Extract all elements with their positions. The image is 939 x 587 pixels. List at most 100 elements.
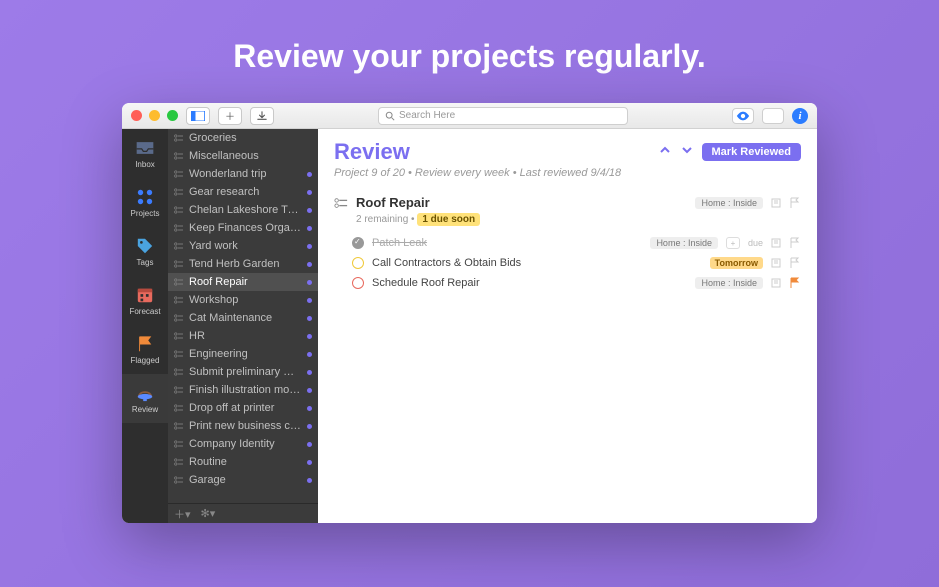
sidebar-project-item[interactable]: Groceries bbox=[168, 129, 318, 147]
sidebar-project-item[interactable]: HR bbox=[168, 327, 318, 345]
review-dot-icon bbox=[307, 388, 312, 393]
rail-projects[interactable]: Projects bbox=[122, 178, 168, 227]
close-icon[interactable] bbox=[131, 110, 142, 121]
task-row[interactable]: Schedule Roof Repair Home : Inside bbox=[352, 273, 801, 293]
project-list-icon bbox=[174, 314, 184, 322]
sidebar-footer: ＋▾ ✻▾ bbox=[168, 503, 318, 523]
review-dot-icon bbox=[307, 334, 312, 339]
projects-icon bbox=[135, 188, 155, 206]
review-dot-icon bbox=[307, 406, 312, 411]
sidebar-project-item[interactable]: Print new business cards bbox=[168, 417, 318, 435]
page-headline: Review your projects regularly. bbox=[233, 38, 705, 75]
note-icon[interactable] bbox=[771, 198, 781, 208]
info-button[interactable]: i bbox=[792, 108, 808, 124]
zoom-icon[interactable] bbox=[167, 110, 178, 121]
sidebar-project-item[interactable]: Gear research bbox=[168, 183, 318, 201]
toolbar-button[interactable] bbox=[762, 108, 784, 124]
project-list-icon bbox=[174, 278, 184, 286]
sidebar-project-item[interactable]: Routine bbox=[168, 453, 318, 471]
sidebar-project-item[interactable]: Engineering bbox=[168, 345, 318, 363]
task-tag[interactable]: Home : Inside bbox=[695, 277, 763, 289]
sidebar-project-item[interactable]: Garage bbox=[168, 471, 318, 489]
review-dot-icon bbox=[307, 280, 312, 285]
task-checkbox[interactable] bbox=[352, 237, 364, 249]
sidebar-project-item[interactable]: Company Identity bbox=[168, 435, 318, 453]
project-list-icon bbox=[174, 440, 184, 448]
project-list-icon bbox=[174, 350, 184, 358]
task-checkbox[interactable] bbox=[352, 277, 364, 289]
review-dot-icon bbox=[307, 262, 312, 267]
add-button[interactable]: ＋ bbox=[218, 107, 242, 125]
review-status: Project 9 of 20 • Review every week • La… bbox=[334, 167, 801, 179]
task-row[interactable]: Call Contractors & Obtain Bids Tomorrow bbox=[352, 253, 801, 273]
review-title: Review bbox=[334, 139, 650, 165]
tags-icon bbox=[135, 237, 155, 255]
review-dot-icon bbox=[307, 298, 312, 303]
project-list-icon bbox=[174, 206, 184, 214]
view-button[interactable] bbox=[732, 108, 754, 124]
minimize-icon[interactable] bbox=[149, 110, 160, 121]
mark-reviewed-button[interactable]: Mark Reviewed bbox=[702, 143, 801, 161]
sidebar-toggle-button[interactable] bbox=[186, 107, 210, 125]
sidebar-project-item[interactable]: Chelan Lakeshore Trail bbox=[168, 201, 318, 219]
perspective-rail: Inbox Projects Tags Forecast Flagged Rev… bbox=[122, 129, 168, 523]
review-icon bbox=[135, 384, 155, 402]
note-icon[interactable] bbox=[771, 238, 781, 248]
add-project-button[interactable]: ＋▾ bbox=[174, 506, 191, 522]
review-dot-icon bbox=[307, 190, 312, 195]
review-dot-icon bbox=[307, 352, 312, 357]
sidebar-project-item[interactable]: Tend Herb Garden bbox=[168, 255, 318, 273]
rail-inbox[interactable]: Inbox bbox=[122, 129, 168, 178]
next-project-button[interactable] bbox=[680, 143, 694, 162]
inbox-icon bbox=[135, 139, 155, 157]
rail-flagged[interactable]: Flagged bbox=[122, 325, 168, 374]
task-tag[interactable]: Home : Inside bbox=[650, 237, 718, 249]
project-header[interactable]: Roof Repair Home : Inside bbox=[334, 191, 801, 214]
task-checkbox[interactable] bbox=[352, 257, 364, 269]
flag-icon[interactable] bbox=[789, 277, 801, 289]
due-label: due bbox=[748, 238, 763, 248]
sidebar-project-item[interactable]: Finish illustration mockups bbox=[168, 381, 318, 399]
settings-button[interactable]: ✻▾ bbox=[201, 507, 216, 520]
sidebar-project-item[interactable]: Cat Maintenance bbox=[168, 309, 318, 327]
forecast-icon bbox=[135, 286, 155, 304]
sidebar-project-item[interactable]: Miscellaneous bbox=[168, 147, 318, 165]
review-dot-icon bbox=[307, 424, 312, 429]
review-dot-icon bbox=[307, 460, 312, 465]
project-list-icon bbox=[174, 224, 184, 232]
search-input[interactable]: Search Here bbox=[378, 107, 628, 125]
titlebar: ＋ Search Here i bbox=[122, 103, 817, 129]
sidebar-project-item[interactable]: Submit preliminary marketin… bbox=[168, 363, 318, 381]
prev-project-button[interactable] bbox=[658, 143, 672, 162]
project-list-icon bbox=[174, 404, 184, 412]
rail-review[interactable]: Review bbox=[122, 374, 168, 423]
project-list-icon bbox=[174, 458, 184, 466]
sidebar-project-item[interactable]: Keep Finances Organized bbox=[168, 219, 318, 237]
project-list-icon bbox=[174, 188, 184, 196]
review-dot-icon bbox=[307, 316, 312, 321]
task-row[interactable]: Patch Leak Home : Inside+due bbox=[352, 233, 801, 253]
project-sidebar: Groceries Miscellaneous Wonderland trip … bbox=[168, 129, 318, 523]
eye-icon bbox=[736, 111, 750, 121]
flag-icon[interactable] bbox=[789, 257, 801, 269]
note-icon[interactable] bbox=[771, 258, 781, 268]
project-title: Roof Repair bbox=[356, 195, 430, 210]
sidebar-project-item[interactable]: Roof Repair bbox=[168, 273, 318, 291]
project-list-icon bbox=[174, 134, 184, 142]
project-icon bbox=[334, 197, 348, 209]
add-tag-button[interactable]: + bbox=[726, 237, 740, 249]
review-dot-icon bbox=[307, 226, 312, 231]
sidebar-project-item[interactable]: Drop off at printer bbox=[168, 399, 318, 417]
flag-icon[interactable] bbox=[789, 197, 801, 209]
sidebar-project-item[interactable]: Workshop bbox=[168, 291, 318, 309]
review-dot-icon bbox=[307, 370, 312, 375]
project-tag[interactable]: Home : Inside bbox=[695, 197, 763, 209]
sidebar-project-item[interactable]: Wonderland trip bbox=[168, 165, 318, 183]
rail-tags[interactable]: Tags bbox=[122, 227, 168, 276]
flag-icon[interactable] bbox=[789, 237, 801, 249]
sidebar-project-item[interactable]: Yard work bbox=[168, 237, 318, 255]
project-list-icon bbox=[174, 242, 184, 250]
rail-forecast[interactable]: Forecast bbox=[122, 276, 168, 325]
download-button[interactable] bbox=[250, 107, 274, 125]
note-icon[interactable] bbox=[771, 278, 781, 288]
